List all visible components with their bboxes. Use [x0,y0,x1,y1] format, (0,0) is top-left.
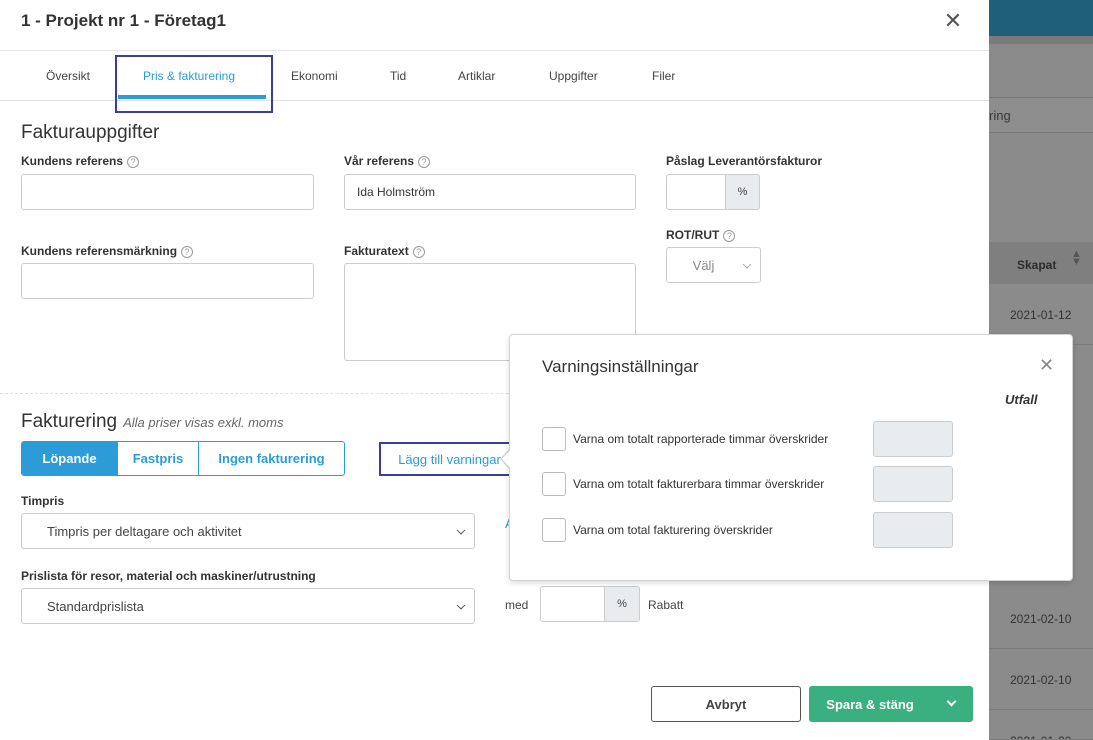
close-icon[interactable]: ✕ [1039,355,1054,376]
markup-input[interactable] [666,174,726,210]
price-list-label: Prislista för resor, material och maskin… [21,569,316,583]
table-row: 2021-01-20 [989,710,1093,740]
tab-tid[interactable]: Tid [390,69,406,83]
billing-option-fastpris[interactable]: Fastpris [118,442,199,475]
help-icon[interactable]: ? [412,246,425,258]
popover-title: Varningsinställningar [542,357,699,376]
chevron-down-icon [456,526,466,535]
hourly-rate-label: Timpris [21,494,65,508]
billing-heading: Fakturering Alla priser visas exkl. moms [21,411,284,432]
outcome-column-header: Utfall [1005,392,1038,407]
customer-ref-marking-input[interactable] [21,263,314,299]
customer-ref-marking-label: Kundens referensmärkning? [21,244,194,258]
background-topbar [989,0,1093,36]
save-close-label: Spara & stäng [826,696,914,712]
warning-label-reported-hours: Varna om totalt rapporterade timmar över… [573,432,829,446]
billing-option-ingen[interactable]: Ingen fakturering [199,442,344,475]
discount-percent-addon: % [604,586,640,622]
our-ref-label: Vår referens? [344,154,431,168]
table-row: 2021-02-10 [989,588,1093,649]
tab-artiklar[interactable]: Artiklar [458,69,495,83]
warning-label-billable-hours: Varna om totalt fakturerbara timmar över… [573,477,825,491]
background-filter: ring [989,97,1093,133]
markup-label: Påslag Leverantörsfakturor [666,154,823,168]
tab-pris-fakturering[interactable]: Pris & fakturering [143,69,235,83]
warning-input-billable-hours[interactable] [873,466,953,502]
warning-input-total-billing[interactable] [873,512,953,548]
cancel-button[interactable]: Avbryt [651,686,801,722]
customer-ref-input[interactable] [21,174,314,210]
active-tab-indicator [118,95,266,99]
sort-icon: ▲ ▼ [1071,248,1082,268]
warning-input-reported-hours[interactable] [873,421,953,457]
discount-label: Rabatt [648,598,684,612]
billing-option-lopande[interactable]: Löpande [22,442,118,475]
chevron-down-icon [456,601,466,610]
background-table-header: Skapat ▲ ▼ [989,242,1093,284]
warning-checkbox-billable-hours[interactable] [542,472,566,496]
rot-rut-label: ROT/RUT? [666,228,736,242]
tab-oversikt[interactable]: Översikt [46,69,90,83]
warning-checkbox-total-billing[interactable] [542,518,566,542]
help-icon[interactable]: ? [127,156,140,168]
discount-input[interactable] [540,586,606,622]
tab-filer[interactable]: Filer [652,69,675,83]
popover-arrow-inner [502,449,511,469]
our-ref-input[interactable]: Ida Holmström [344,174,636,210]
modal-title: 1 - Projekt nr 1 - Företag1 [21,11,226,30]
invoice-heading: Fakturauppgifter [21,122,160,143]
chevron-down-icon [742,260,752,269]
invoice-text-label: Fakturatext? [344,244,425,258]
background-filter-text: ring [989,108,1011,123]
rot-rut-select[interactable]: Välj [666,247,761,283]
chevron-down-icon[interactable] [946,696,957,707]
billing-type-selector: Löpande Fastpris Ingen fakturering [21,441,345,476]
warning-settings-popover: Varningsinställningar ✕ Utfall Varna om … [509,334,1073,581]
table-row: 2021-02-10 [989,649,1093,710]
help-icon[interactable]: ? [723,230,736,242]
price-list-select[interactable]: Standardprislista [21,588,475,624]
hourly-rate-select[interactable]: Timpris per deltagare och aktivitet [21,513,475,549]
tab-ekonomi[interactable]: Ekonomi [291,69,338,83]
customer-ref-label: Kundens referens? [21,154,140,168]
billing-subheading: Alla priser visas exkl. moms [123,415,284,430]
help-icon[interactable]: ? [181,246,194,258]
with-label: med [505,598,529,612]
column-header-skapat: Skapat [1017,258,1057,272]
close-icon[interactable]: ✕ [943,10,963,32]
warning-checkbox-reported-hours[interactable] [542,427,566,451]
add-warnings-button[interactable]: Lägg till varningar [379,442,520,476]
save-close-button[interactable]: Spara & stäng [809,686,973,722]
tab-uppgifter[interactable]: Uppgifter [549,69,598,83]
warning-label-total-billing: Varna om total fakturering överskrider [573,523,773,537]
markup-percent-addon: % [725,174,760,210]
tab-bar: Översikt Pris & fakturering Ekonomi Tid … [0,50,989,101]
help-icon[interactable]: ? [418,156,431,168]
background-strip [989,36,1093,44]
